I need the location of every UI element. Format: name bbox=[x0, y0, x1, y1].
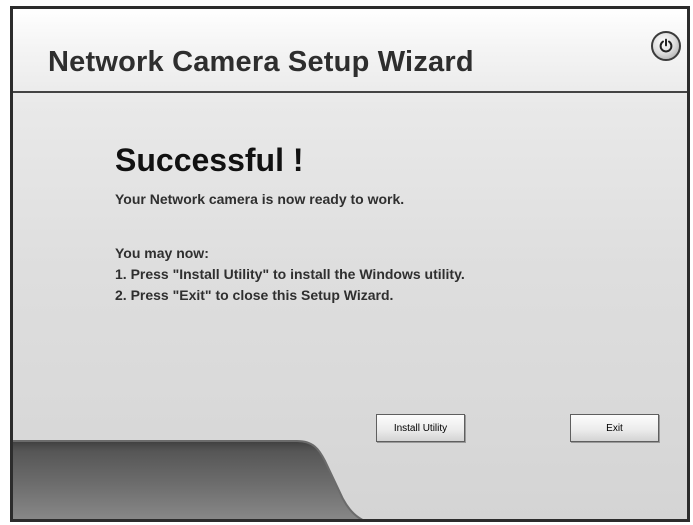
exit-button[interactable]: Exit bbox=[570, 414, 659, 442]
setup-wizard-window: Network Camera Setup Wizard Successful !… bbox=[10, 6, 690, 522]
power-icon bbox=[659, 38, 673, 53]
title-divider bbox=[13, 91, 687, 93]
step-exit: 2. Press "Exit" to close this Setup Wiza… bbox=[115, 287, 394, 303]
intro-text: You may now: bbox=[115, 245, 209, 261]
wizard-title: Network Camera Setup Wizard bbox=[48, 46, 474, 78]
power-button[interactable] bbox=[651, 31, 681, 61]
ready-text: Your Network camera is now ready to work… bbox=[115, 191, 405, 207]
install-utility-button[interactable]: Install Utility bbox=[376, 414, 465, 442]
success-heading: Successful ! bbox=[115, 142, 304, 178]
step-install-utility: 1. Press "Install Utility" to install th… bbox=[115, 266, 465, 282]
